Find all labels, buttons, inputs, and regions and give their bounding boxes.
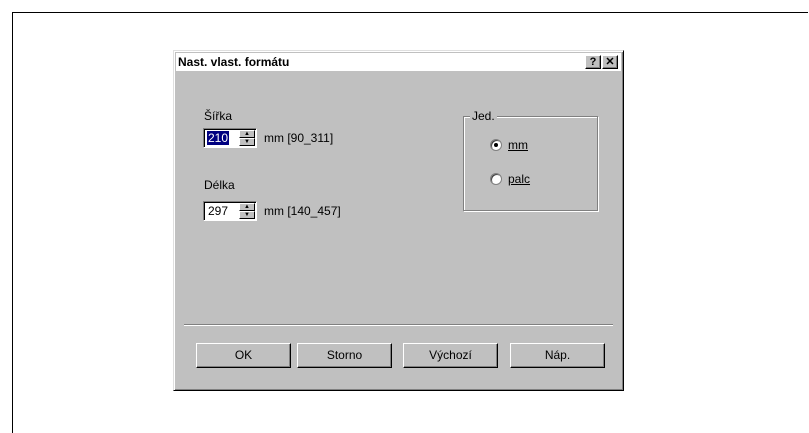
length-label: Délka (204, 178, 235, 192)
title-bar: Nast. vlast. formátu ? ✕ (176, 53, 621, 72)
radio-mm-label[interactable]: mm (508, 138, 528, 152)
length-spin-buttons: ▲ ▼ (239, 203, 255, 219)
ok-button[interactable]: OK (196, 343, 291, 368)
width-range: mm [90_311] (264, 131, 334, 145)
question-mark-icon: ? (589, 56, 597, 68)
length-value[interactable]: 297 (207, 204, 229, 218)
format-properties-dialog: Nast. vlast. formátu ? ✕ Šířka 210 ▲ ▼ m… (173, 50, 624, 391)
radio-palc-label[interactable]: palc (508, 172, 530, 186)
separator-line (184, 324, 613, 326)
radio-checked-icon[interactable] (490, 139, 502, 151)
width-up-arrow-icon[interactable]: ▲ (239, 130, 255, 138)
units-group-label: Jed. (470, 109, 497, 123)
length-down-arrow-icon[interactable]: ▼ (239, 211, 255, 219)
radio-unchecked-icon[interactable] (490, 173, 502, 185)
width-spin-buttons: ▲ ▼ (239, 130, 255, 146)
length-range: mm [140_457] (264, 204, 341, 218)
default-button[interactable]: Výchozí (403, 343, 498, 368)
units-group: Jed. mm palc (463, 109, 598, 211)
width-value[interactable]: 210 (207, 131, 230, 145)
help-button[interactable]: Náp. (510, 343, 605, 368)
cancel-button[interactable]: Storno (297, 343, 392, 368)
width-down-arrow-icon[interactable]: ▼ (239, 138, 255, 146)
length-spinner[interactable]: 297 ▲ ▼ (203, 201, 257, 221)
close-icon: ✕ (605, 56, 615, 68)
width-spinner[interactable]: 210 ▲ ▼ (203, 128, 257, 148)
dialog-title: Nast. vlast. formátu (178, 55, 290, 69)
width-label: Šířka (204, 109, 233, 123)
length-up-arrow-icon[interactable]: ▲ (239, 203, 255, 211)
close-title-button[interactable]: ✕ (602, 55, 618, 69)
help-title-button[interactable]: ? (585, 55, 601, 69)
